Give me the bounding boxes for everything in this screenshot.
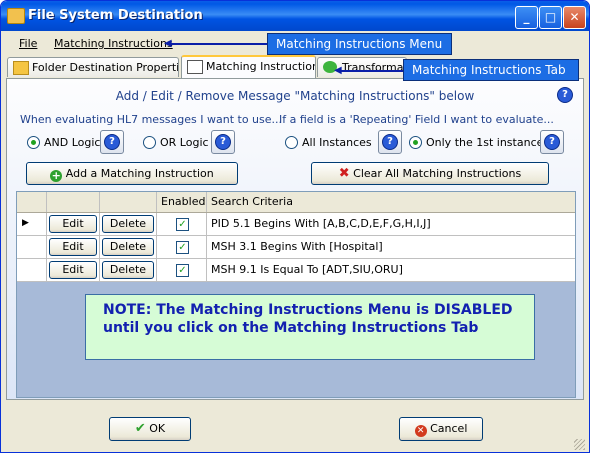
first-instance-label: Only the 1st instance <box>426 136 544 149</box>
enabled-cell: ✓ <box>157 213 207 235</box>
help-icon: ? <box>382 134 398 150</box>
scales-icon <box>187 60 203 74</box>
resize-grip[interactable] <box>574 439 585 450</box>
enabled-cell: ✓ <box>157 259 207 281</box>
tab-transformations[interactable]: Transformatio <box>317 57 407 77</box>
callout-arrow-line <box>337 70 403 72</box>
add-icon: + <box>50 169 63 182</box>
column-header-enabled[interactable]: Enabled <box>157 192 207 212</box>
or-logic-radio[interactable] <box>143 136 156 149</box>
clear-all-button[interactable]: ✖ Clear All Matching Instructions <box>311 162 549 185</box>
and-logic-help-button[interactable]: ? <box>100 130 124 154</box>
button-bar: ✔ OK ✕ Cancel <box>4 401 586 451</box>
edit-button[interactable]: Edit <box>49 238 97 256</box>
checkmark-icon: ✔ <box>134 421 146 436</box>
menu-matching-instructions[interactable]: Matching Instructions <box>54 37 173 50</box>
or-logic-help-button[interactable]: ? <box>211 130 235 154</box>
ok-label: OK <box>149 422 166 435</box>
criteria-cell: MSH 3.1 Begins With [Hospital] <box>211 240 383 253</box>
tab-label: Transformatio <box>342 61 407 74</box>
delete-button[interactable]: Delete <box>102 215 154 233</box>
criteria-cell: PID 5.1 Begins With [A,B,C,D,E,F,G,H,I,J… <box>211 217 431 230</box>
row-indicator: ▶ <box>17 213 47 235</box>
note-line-2: until you click on the Matching Instruct… <box>103 320 479 336</box>
table-row[interactable]: ▶ Edit Delete ✓ PID 5.1 Begins With [A,B… <box>17 213 575 236</box>
callout-arrowhead-icon: ◀ <box>334 65 342 76</box>
add-button-label: Add a Matching Instruction <box>65 167 214 180</box>
first-instance-radio[interactable] <box>409 136 422 149</box>
edit-cell: Edit <box>47 213 100 235</box>
help-icon[interactable]: ? <box>557 87 573 103</box>
note-box: NOTE: The Matching Instructions Menu is … <box>85 294 535 360</box>
clear-button-label: Clear All Matching Instructions <box>353 167 522 180</box>
all-instances-label: All Instances <box>302 136 372 149</box>
header-delete-cell <box>100 192 157 212</box>
column-header-criteria[interactable]: Search Criteria <box>207 192 575 212</box>
all-instances-radio[interactable] <box>285 136 298 149</box>
tab-folder-destination[interactable]: Folder Destination Properties <box>7 57 179 77</box>
note-line-1: NOTE: The Matching Instructions Menu is … <box>103 302 513 318</box>
minimize-button[interactable]: _ <box>515 6 538 29</box>
header-edit-cell <box>47 192 100 212</box>
delete-cell: Delete <box>100 236 157 258</box>
repeating-label: If a field is a 'Repeating' Field I want… <box>279 113 554 126</box>
row-indicator <box>17 259 47 281</box>
title-bar: File System Destination _ □ ✕ <box>1 1 589 31</box>
logic-label: When evaluating HL7 messages I want to u… <box>20 113 283 126</box>
and-logic-radio[interactable] <box>27 136 40 149</box>
edit-cell: Edit <box>47 259 100 281</box>
enabled-checkbox[interactable]: ✓ <box>176 264 189 277</box>
folder-icon <box>7 8 25 24</box>
edit-button[interactable]: Edit <box>49 261 97 279</box>
table-row[interactable]: Edit Delete ✓ MSH 3.1 Begins With [Hospi… <box>17 236 575 259</box>
enabled-cell: ✓ <box>157 236 207 258</box>
and-logic-label: AND Logic <box>44 136 101 149</box>
edit-cell: Edit <box>47 236 100 258</box>
cancel-label: Cancel <box>430 422 468 435</box>
tab-callout: Matching Instructions Tab <box>403 59 579 81</box>
panel-header: Add / Edit / Remove Message "Matching In… <box>115 89 475 103</box>
first-instance-help-button[interactable]: ? <box>540 130 564 154</box>
tab-label: Matching Instructions <box>206 60 316 73</box>
dialog-window: File System Destination _ □ ✕ File Match… <box>0 0 590 453</box>
callout-arrow-line <box>167 43 267 45</box>
tab-label: Folder Destination Properties <box>32 61 179 74</box>
delete-cell: Delete <box>100 259 157 281</box>
cancel-button[interactable]: ✕ Cancel <box>399 417 483 441</box>
cancel-icon: ✕ <box>414 425 427 437</box>
help-icon: ? <box>215 134 231 150</box>
callout-arrowhead-icon: ◀ <box>164 38 172 49</box>
grid-header: Enabled Search Criteria <box>17 192 575 213</box>
menu-callout: Matching Instructions Menu <box>267 33 452 55</box>
enabled-checkbox[interactable]: ✓ <box>176 218 189 231</box>
criteria-cell: MSH 9.1 Is Equal To [ADT,SIU,ORU] <box>211 263 403 276</box>
table-row[interactable]: Edit Delete ✓ MSH 9.1 Is Equal To [ADT,S… <box>17 259 575 282</box>
or-logic-label: OR Logic <box>160 136 209 149</box>
menu-file[interactable]: File <box>19 37 37 50</box>
row-indicator <box>17 236 47 258</box>
window-title: File System Destination <box>28 8 203 23</box>
folder-icon <box>13 61 29 75</box>
add-matching-instruction-button[interactable]: + Add a Matching Instruction <box>26 162 238 185</box>
enabled-checkbox[interactable]: ✓ <box>176 241 189 254</box>
header-indicator-cell <box>17 192 47 212</box>
delete-button[interactable]: Delete <box>102 238 154 256</box>
delete-button[interactable]: Delete <box>102 261 154 279</box>
tab-matching-instructions[interactable]: Matching Instructions <box>181 55 316 78</box>
delete-x-icon: ✖ <box>338 166 350 181</box>
all-instances-help-button[interactable]: ? <box>378 130 402 154</box>
help-icon: ? <box>104 134 120 150</box>
current-row-arrow-icon: ▶ <box>22 218 29 228</box>
help-icon: ? <box>544 134 560 150</box>
close-button[interactable]: ✕ <box>563 6 586 29</box>
edit-button[interactable]: Edit <box>49 215 97 233</box>
delete-cell: Delete <box>100 213 157 235</box>
ok-button[interactable]: ✔ OK <box>109 417 191 441</box>
maximize-button[interactable]: □ <box>539 6 562 29</box>
